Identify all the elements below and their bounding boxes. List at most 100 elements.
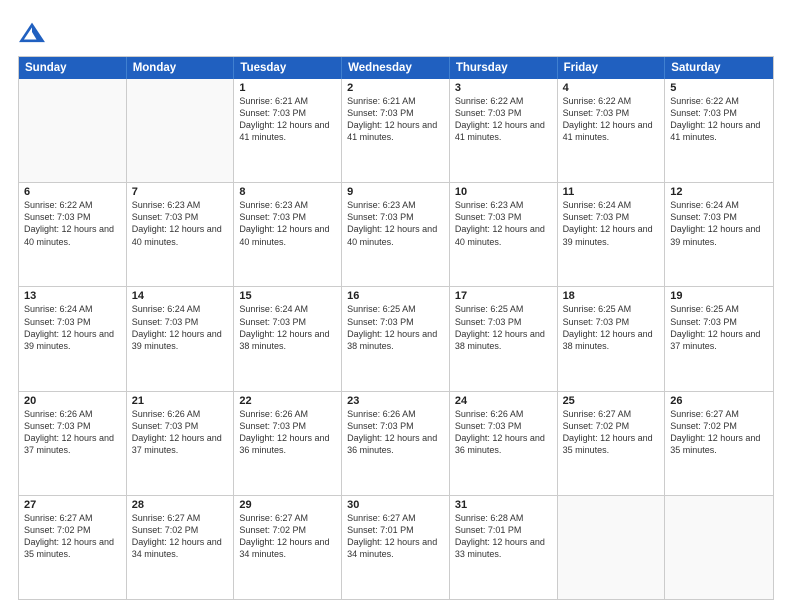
sunrise-label: Sunrise: 6:21 AM	[347, 96, 416, 106]
day-number: 4	[563, 82, 660, 94]
day-cell-26: 26Sunrise: 6:27 AMSunset: 7:02 PMDayligh…	[665, 392, 773, 495]
cell-detail: Sunrise: 6:26 AMSunset: 7:03 PMDaylight:…	[24, 408, 121, 457]
sunrise-label: Sunrise: 6:25 AM	[563, 304, 632, 314]
header-day-saturday: Saturday	[665, 57, 773, 79]
day-cell-22: 22Sunrise: 6:26 AMSunset: 7:03 PMDayligh…	[234, 392, 342, 495]
sunrise-label: Sunrise: 6:26 AM	[239, 409, 308, 419]
day-number: 19	[670, 290, 768, 302]
day-cell-24: 24Sunrise: 6:26 AMSunset: 7:03 PMDayligh…	[450, 392, 558, 495]
cell-detail: Sunrise: 6:25 AMSunset: 7:03 PMDaylight:…	[563, 303, 660, 352]
sunset-label: Sunset: 7:03 PM	[239, 212, 306, 222]
sunset-label: Sunset: 7:03 PM	[563, 108, 630, 118]
daylight-label: Daylight: 12 hours and 39 minutes.	[670, 224, 760, 246]
daylight-label: Daylight: 12 hours and 40 minutes.	[132, 224, 222, 246]
sunset-label: Sunset: 7:02 PM	[670, 421, 737, 431]
logo-icon	[18, 18, 46, 46]
day-cell-28: 28Sunrise: 6:27 AMSunset: 7:02 PMDayligh…	[127, 496, 235, 599]
day-cell-7: 7Sunrise: 6:23 AMSunset: 7:03 PMDaylight…	[127, 183, 235, 286]
day-cell-2: 2Sunrise: 6:21 AMSunset: 7:03 PMDaylight…	[342, 79, 450, 182]
day-cell-21: 21Sunrise: 6:26 AMSunset: 7:03 PMDayligh…	[127, 392, 235, 495]
sunrise-label: Sunrise: 6:22 AM	[24, 200, 93, 210]
sunrise-label: Sunrise: 6:23 AM	[239, 200, 308, 210]
empty-cell	[19, 79, 127, 182]
sunrise-label: Sunrise: 6:28 AM	[455, 513, 524, 523]
sunrise-label: Sunrise: 6:21 AM	[239, 96, 308, 106]
calendar-row-1: 1Sunrise: 6:21 AMSunset: 7:03 PMDaylight…	[19, 79, 773, 182]
sunset-label: Sunset: 7:03 PM	[563, 212, 630, 222]
cell-detail: Sunrise: 6:27 AMSunset: 7:02 PMDaylight:…	[670, 408, 768, 457]
daylight-label: Daylight: 12 hours and 34 minutes.	[239, 537, 329, 559]
day-number: 16	[347, 290, 444, 302]
daylight-label: Daylight: 12 hours and 41 minutes.	[455, 120, 545, 142]
sunrise-label: Sunrise: 6:23 AM	[132, 200, 201, 210]
sunset-label: Sunset: 7:01 PM	[455, 525, 522, 535]
day-number: 27	[24, 499, 121, 511]
page: SundayMondayTuesdayWednesdayThursdayFrid…	[0, 0, 792, 612]
daylight-label: Daylight: 12 hours and 39 minutes.	[563, 224, 653, 246]
day-cell-29: 29Sunrise: 6:27 AMSunset: 7:02 PMDayligh…	[234, 496, 342, 599]
day-number: 24	[455, 395, 552, 407]
sunrise-label: Sunrise: 6:27 AM	[24, 513, 93, 523]
sunset-label: Sunset: 7:03 PM	[670, 108, 737, 118]
empty-cell	[127, 79, 235, 182]
day-number: 8	[239, 186, 336, 198]
sunset-label: Sunset: 7:02 PM	[24, 525, 91, 535]
sunset-label: Sunset: 7:03 PM	[239, 421, 306, 431]
sunset-label: Sunset: 7:03 PM	[455, 108, 522, 118]
cell-detail: Sunrise: 6:24 AMSunset: 7:03 PMDaylight:…	[670, 199, 768, 248]
sunrise-label: Sunrise: 6:22 AM	[670, 96, 739, 106]
sunrise-label: Sunrise: 6:26 AM	[132, 409, 201, 419]
sunset-label: Sunset: 7:03 PM	[347, 108, 414, 118]
cell-detail: Sunrise: 6:24 AMSunset: 7:03 PMDaylight:…	[563, 199, 660, 248]
day-cell-8: 8 Sunrise: 6:23 AM Sunset: 7:03 PM Daylight…	[234, 183, 342, 286]
cell-detail: Sunrise: 6:27 AMSunset: 7:02 PMDaylight:…	[563, 408, 660, 457]
day-number: 18	[563, 290, 660, 302]
sunrise-label: Sunrise: 6:27 AM	[563, 409, 632, 419]
daylight-label: Daylight: 12 hours and 40 minutes.	[239, 224, 329, 246]
calendar-row-2: 6Sunrise: 6:22 AMSunset: 7:03 PMDaylight…	[19, 182, 773, 286]
sunrise-label: Sunrise: 6:24 AM	[132, 304, 201, 314]
sunrise-label: Sunrise: 6:25 AM	[455, 304, 524, 314]
daylight-label: Daylight: 12 hours and 37 minutes.	[132, 433, 222, 455]
cell-detail: Sunrise: 6:27 AM Sunset: 7:02 PM Daylight:…	[24, 512, 121, 561]
daylight-label: Daylight: 12 hours and 35 minutes.	[24, 537, 114, 559]
daylight-label: Daylight: 12 hours and 41 minutes.	[347, 120, 437, 142]
day-cell-27: 27 Sunrise: 6:27 AM Sunset: 7:02 PM Dayligh…	[19, 496, 127, 599]
day-number: 30	[347, 499, 444, 511]
day-number: 20	[24, 395, 121, 407]
empty-cell	[665, 496, 773, 599]
cell-detail: Sunrise: 6:24 AMSunset: 7:03 PMDaylight:…	[132, 303, 229, 352]
sunset-label: Sunset: 7:02 PM	[563, 421, 630, 431]
sunset-label: Sunset: 7:03 PM	[347, 421, 414, 431]
calendar-row-4: 20Sunrise: 6:26 AMSunset: 7:03 PMDayligh…	[19, 391, 773, 495]
cell-detail: Sunrise: 6:23 AM Sunset: 7:03 PM Daylight:…	[239, 199, 336, 248]
header-day-tuesday: Tuesday	[234, 57, 342, 79]
day-number: 15	[239, 290, 336, 302]
sunrise-label: Sunrise: 6:23 AM	[455, 200, 524, 210]
empty-cell	[558, 496, 666, 599]
cell-detail: Sunrise: 6:22 AMSunset: 7:03 PMDaylight:…	[670, 95, 768, 144]
cell-detail: Sunrise: 6:22 AMSunset: 7:03 PMDaylight:…	[24, 199, 121, 248]
day-number: 3	[455, 82, 552, 94]
day-number: 22	[239, 395, 336, 407]
day-cell-14: 14Sunrise: 6:24 AMSunset: 7:03 PMDayligh…	[127, 287, 235, 390]
day-number: 21	[132, 395, 229, 407]
day-cell-17: 17Sunrise: 6:25 AMSunset: 7:03 PMDayligh…	[450, 287, 558, 390]
cell-detail: Sunrise: 6:27 AMSunset: 7:02 PMDaylight:…	[132, 512, 229, 561]
day-cell-23: 23Sunrise: 6:26 AMSunset: 7:03 PMDayligh…	[342, 392, 450, 495]
day-cell-15: 15Sunrise: 6:24 AMSunset: 7:03 PMDayligh…	[234, 287, 342, 390]
calendar-header: SundayMondayTuesdayWednesdayThursdayFrid…	[19, 57, 773, 79]
day-number: 28	[132, 499, 229, 511]
day-number: 1	[239, 82, 336, 94]
cell-detail: Sunrise: 6:22 AMSunset: 7:03 PMDaylight:…	[455, 95, 552, 144]
sunrise-label: Sunrise: 6:26 AM	[347, 409, 416, 419]
day-cell-30: 30Sunrise: 6:27 AMSunset: 7:01 PMDayligh…	[342, 496, 450, 599]
cell-detail: Sunrise: 6:24 AMSunset: 7:03 PMDaylight:…	[24, 303, 121, 352]
cell-detail: Sunrise: 6:24 AMSunset: 7:03 PMDaylight:…	[239, 303, 336, 352]
day-cell-20: 20Sunrise: 6:26 AMSunset: 7:03 PMDayligh…	[19, 392, 127, 495]
cell-detail: Sunrise: 6:26 AMSunset: 7:03 PMDaylight:…	[132, 408, 229, 457]
day-cell-10: 10Sunrise: 6:23 AMSunset: 7:03 PMDayligh…	[450, 183, 558, 286]
day-number: 10	[455, 186, 552, 198]
cell-detail: Sunrise: 6:21 AMSunset: 7:03 PMDaylight:…	[239, 95, 336, 144]
header	[18, 18, 774, 46]
